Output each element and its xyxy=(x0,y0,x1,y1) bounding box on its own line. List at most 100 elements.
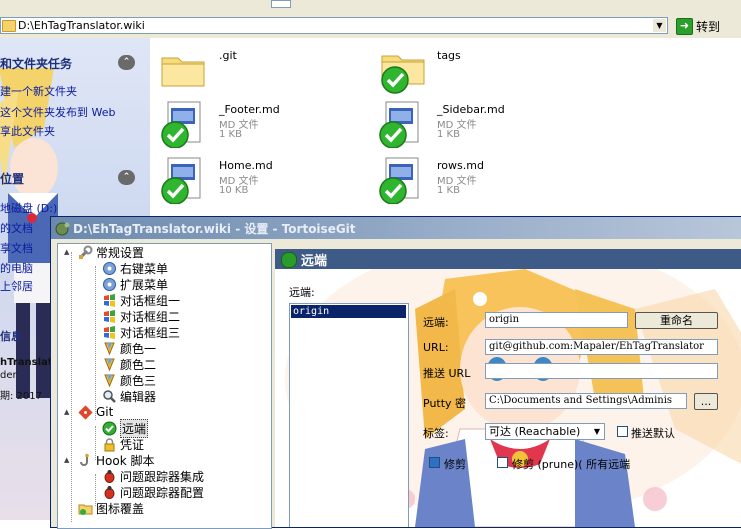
tree-item-hook-scripts[interactable]: Hook 脚本 xyxy=(78,452,154,468)
green-globe-icon xyxy=(281,252,297,268)
windows-flag-icon xyxy=(102,309,117,324)
push-default-checkbox[interactable] xyxy=(617,426,628,437)
color-brush-icon xyxy=(102,373,117,388)
file-item[interactable]: _Footer.md MD 文件 1 KB xyxy=(160,100,370,155)
putty-key-label: Putty 密 xyxy=(423,397,467,410)
tree-item-colors-1[interactable]: 颜色一 xyxy=(102,340,156,356)
tree-item-dialogs-1[interactable]: 对话框组一 xyxy=(102,292,180,308)
overlay-icon xyxy=(78,501,93,516)
file-list: .git tags _Footer.md MD 文件 1 KB _Sidebar… xyxy=(150,38,741,218)
file-item[interactable]: .git xyxy=(160,46,370,101)
git-icon xyxy=(78,404,93,420)
detail-type: der xyxy=(0,370,17,381)
toolbar-strip xyxy=(0,0,741,15)
collapse-chevron-icon[interactable]: ⌃ xyxy=(118,170,135,185)
windows-flag-icon xyxy=(102,293,117,308)
dialog-titlebar[interactable]: D:\EhTagTranslator.wiki - 设置 - TortoiseG… xyxy=(51,217,741,239)
address-input[interactable]: D:\EhTagTranslator.wiki ▼ xyxy=(0,17,668,34)
place-shared-documents[interactable]: 享文档 xyxy=(0,240,33,256)
tags-label: 标签: xyxy=(423,427,449,440)
tree-item-git[interactable]: Git xyxy=(78,404,113,420)
prune-label: 修剪 xyxy=(444,458,466,471)
green-globe-icon xyxy=(102,421,117,436)
tree-item-dialogs-2[interactable]: 对话框组二 xyxy=(102,308,180,324)
tags-select[interactable]: 可达 (Reachable) ▼ xyxy=(485,423,605,440)
md-file-synced-icon xyxy=(161,101,201,148)
tree-item-context-menu[interactable]: 右键菜单 xyxy=(102,260,168,276)
file-item[interactable]: _Sidebar.md MD 文件 1 KB xyxy=(378,100,588,155)
collapse-chevron-icon[interactable]: ⌃ xyxy=(118,55,135,70)
lock-icon xyxy=(102,437,117,452)
place-my-documents[interactable]: 的文档 xyxy=(0,220,33,236)
tree-item-colors-2[interactable]: 颜色二 xyxy=(102,356,156,372)
tree-item-icon-overlays[interactable]: 图标覆盖 xyxy=(78,500,144,516)
page-header: 远端 xyxy=(275,249,741,269)
prune-checkbox[interactable] xyxy=(429,457,440,468)
place-local-disk[interactable]: 地磁盘 (D:) xyxy=(0,200,57,216)
remote-name-label: 远端: xyxy=(423,316,449,329)
place-network[interactable]: 上邻居 xyxy=(0,278,33,294)
windows-flag-icon xyxy=(102,325,117,340)
dialog-title: D:\EhTagTranslator.wiki - 设置 - TortoiseG… xyxy=(73,222,356,236)
push-url-input[interactable] xyxy=(485,363,718,379)
tree-item-colors-3[interactable]: 颜色三 xyxy=(102,372,156,388)
settings-tree: ▲ ▲ ▲ 常规设置 右键菜单 扩展菜单 对话框组一 对话框组二 对话框组三 颜… xyxy=(57,243,272,529)
tree-item-remote[interactable]: 远端 xyxy=(102,418,149,438)
address-bar: D:\EhTagTranslator.wiki ▼ ➜ 转到 xyxy=(0,14,741,38)
putty-key-input[interactable]: C:\Documents and Settings\Adminis xyxy=(485,393,687,409)
go-arrow-icon: ➜ xyxy=(676,17,693,35)
toolbar-button[interactable] xyxy=(271,0,291,8)
file-name: _Footer.md xyxy=(219,103,280,116)
address-text: D:\EhTagTranslator.wiki xyxy=(18,19,145,32)
tree-item-editor[interactable]: 编辑器 xyxy=(102,388,156,404)
go-button[interactable]: ➜ 转到 xyxy=(676,17,740,35)
places-header: 位置 ⌃ xyxy=(0,170,135,188)
place-my-computer[interactable]: 的电脑 xyxy=(0,260,33,276)
remote-list[interactable]: origin xyxy=(289,303,409,527)
tasks-header: 和文件夹任务 ⌃ xyxy=(0,55,135,73)
file-item[interactable]: rows.md MD 文件 1 KB xyxy=(378,156,588,211)
push-default-label: 推送默认 xyxy=(631,427,675,440)
folder-icon xyxy=(161,57,205,87)
chevron-down-icon: ▼ xyxy=(593,427,601,436)
wrench-icon xyxy=(78,245,93,260)
gear-icon xyxy=(102,261,117,276)
bug-icon xyxy=(102,485,117,500)
tree-item-dialogs-3[interactable]: 对话框组三 xyxy=(102,324,180,340)
md-file-synced-icon xyxy=(379,101,419,148)
detail-date: 期: 2017 xyxy=(0,391,42,402)
tree-item-bugtraq-integration[interactable]: 问题跟踪器集成 xyxy=(102,468,204,484)
tree-item-extended-menu[interactable]: 扩展菜单 xyxy=(102,276,168,292)
browse-button[interactable]: ... xyxy=(694,393,718,410)
task-new-folder[interactable]: 建一个新文件夹 xyxy=(0,83,77,99)
remote-name-input[interactable]: origin xyxy=(485,312,628,328)
prune-all-remotes-checkbox[interactable] xyxy=(497,457,508,468)
md-file-synced-icon xyxy=(161,157,201,204)
gear-icon xyxy=(102,277,117,292)
bug-icon xyxy=(102,469,117,484)
tree-item-bugtraq-config[interactable]: 问题跟踪器配置 xyxy=(102,484,204,500)
prune-all-remotes-label: 修剪 (prune)( 所有远端 xyxy=(512,458,631,471)
tree-item-credential[interactable]: 凭证 xyxy=(102,436,144,452)
task-publish-web[interactable]: 这个文件夹发布到 Web xyxy=(0,104,115,120)
file-size: 1 KB xyxy=(219,129,242,140)
remote-list-item[interactable]: origin xyxy=(291,305,406,318)
tree-item-general[interactable]: 常规设置 xyxy=(78,244,144,260)
remote-list-label: 远端: xyxy=(289,286,315,299)
file-size: 10 KB xyxy=(219,185,249,196)
chevron-down-icon[interactable]: ▼ xyxy=(653,19,666,32)
push-url-label: 推送 URL xyxy=(423,367,471,380)
file-name: Home.md xyxy=(219,159,273,172)
folder-synced-icon xyxy=(381,55,425,94)
task-share-folder[interactable]: 享此文件夹 xyxy=(0,123,55,139)
file-item[interactable]: Home.md MD 文件 10 KB xyxy=(160,156,370,211)
remote-settings-page: 远端 远端: origin 远端: origin 重命名 URL: git@gi… xyxy=(275,249,741,527)
page-title: 远端 xyxy=(301,254,328,269)
file-item[interactable]: tags xyxy=(378,46,588,101)
go-label: 转到 xyxy=(696,19,721,34)
url-input[interactable]: git@github.com:Mapaler/EhTagTranslator xyxy=(485,339,718,355)
file-name: _Sidebar.md xyxy=(437,103,505,116)
detail-name: hTranslat xyxy=(0,357,53,368)
rename-button[interactable]: 重命名 xyxy=(635,312,718,329)
file-size: 1 KB xyxy=(437,185,460,196)
